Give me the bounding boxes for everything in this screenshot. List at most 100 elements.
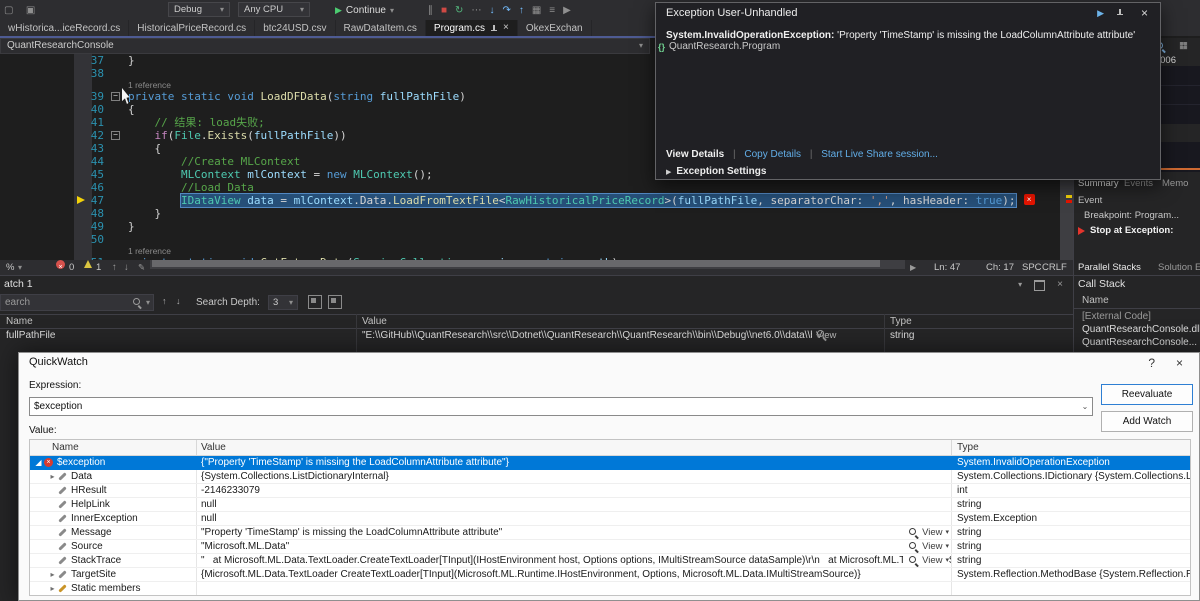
search-input[interactable] xyxy=(1,297,132,308)
tab-historicalpricerecord-cs[interactable]: HistoricalPriceRecord.cs xyxy=(129,20,256,36)
solution-config-dropdown[interactable]: Debug ▾ xyxy=(168,2,230,17)
chevron-down-icon[interactable]: ▾ xyxy=(146,298,150,307)
call-stack-frame[interactable]: [External Code] xyxy=(1082,311,1151,322)
zoom-control[interactable]: % xyxy=(6,260,14,275)
step-out-icon[interactable]: ↑ xyxy=(519,1,524,21)
windows-icon[interactable]: ▦ xyxy=(532,1,541,21)
codelens-reference[interactable]: 1 reference xyxy=(0,246,1060,256)
view-details-link[interactable]: View Details xyxy=(666,149,724,160)
window-position-icon[interactable]: ▾ xyxy=(1018,278,1022,291)
view-control[interactable]: View ▾ xyxy=(903,540,949,553)
search-depth-dropdown[interactable]: 3 ▾ xyxy=(268,295,298,310)
menu-icon[interactable]: ≡ xyxy=(549,1,555,21)
column-name[interactable]: Name xyxy=(1082,295,1109,306)
breadcrumb-symbol[interactable]: {} QuantResearch.Program xyxy=(658,39,780,54)
column-type[interactable]: Type xyxy=(890,315,912,329)
platform-dropdown[interactable]: Any CPU ▾ xyxy=(238,2,310,17)
expand-toggle-icon[interactable]: ▸ xyxy=(47,568,58,581)
tab-okexexchan[interactable]: OkexExchan xyxy=(517,20,592,36)
step-into-icon[interactable]: ↓ xyxy=(489,1,494,21)
expression-combobox[interactable]: ⌄ xyxy=(29,397,1093,416)
breakpoint-event-row[interactable]: Breakpoint: Program... xyxy=(1084,210,1179,221)
help-icon[interactable]: ? xyxy=(1148,355,1155,371)
quickwatch-row[interactable]: ▸ Data {System.Collections.ListDictionaryI… xyxy=(30,470,1190,484)
call-stack-frame[interactable]: QuantResearchConsole... xyxy=(1082,337,1197,348)
tab-program-cs[interactable]: Program.cs × xyxy=(425,20,518,36)
watch-search-box[interactable]: ▾ xyxy=(0,294,154,311)
quickwatch-row[interactable]: InnerException null System.Exception xyxy=(30,512,1190,526)
reset-view-icon[interactable]: ▦ xyxy=(1179,40,1188,51)
view-control[interactable]: View ▾ xyxy=(903,554,949,567)
watch-panel-title[interactable]: atch 1 xyxy=(4,278,33,290)
close-icon[interactable]: × xyxy=(1176,355,1183,371)
tab-whistorica-icerecord-cs[interactable]: wHistorica...iceRecord.cs xyxy=(0,20,130,36)
pin-icon[interactable] xyxy=(490,24,498,33)
expression-input[interactable] xyxy=(30,401,1078,412)
quickwatch-row[interactable]: ◢ × $exception {"Property 'TimeStamp' is mi… xyxy=(30,456,1190,470)
toggle-layout-icon[interactable] xyxy=(308,295,322,309)
column-name[interactable]: Name xyxy=(30,440,197,455)
window-icon[interactable] xyxy=(1034,280,1046,291)
scrollbar-thumb[interactable] xyxy=(152,260,880,267)
fold-collapse-icon[interactable]: − xyxy=(111,131,120,140)
prev-issue-icon[interactable]: ↑ xyxy=(112,260,117,275)
search-prev-icon[interactable]: ↑ xyxy=(162,296,167,306)
warning-count[interactable]: 1 xyxy=(96,260,101,275)
feedback-icon[interactable]: ▣ xyxy=(26,1,35,21)
breadcrumb-project-dropdown[interactable]: QuantResearchConsole ▾ xyxy=(0,38,650,54)
new-window-icon[interactable] xyxy=(328,295,342,309)
close-icon[interactable]: × xyxy=(1057,278,1063,291)
quickwatch-row[interactable]: StackTrace " at Microsoft.ML.Data.TextLoa… xyxy=(30,554,1190,568)
next-issue-icon[interactable]: ↓ xyxy=(124,260,129,275)
scroll-right-icon[interactable]: ▶ xyxy=(910,260,916,275)
column-name[interactable]: Name xyxy=(6,315,33,329)
pin-icon[interactable] xyxy=(1116,8,1124,17)
watch-row[interactable]: fullPathFile "E:\\GitHub\\QuantResearch\… xyxy=(0,329,1073,344)
copy-details-link[interactable]: Copy Details xyxy=(744,149,801,160)
run-icon[interactable]: ▶ xyxy=(563,1,571,21)
close-icon[interactable]: × xyxy=(503,23,509,33)
fold-collapse-icon[interactable]: − xyxy=(111,92,120,101)
call-stack-frame[interactable]: QuantResearchConsole.dll... xyxy=(1082,324,1200,335)
call-stack-title[interactable]: Call Stack xyxy=(1078,278,1125,290)
step-over-icon[interactable]: ↷ xyxy=(502,1,510,21)
view-control[interactable]: View ▾ xyxy=(903,526,949,539)
exception-settings-toggle[interactable]: ▶ Exception Settings xyxy=(666,166,766,177)
expand-toggle-icon[interactable]: ▸ xyxy=(47,582,58,595)
error-count[interactable]: 0 xyxy=(69,260,74,275)
error-icon[interactable]: × xyxy=(1023,194,1035,205)
edit-icon[interactable]: ✎ xyxy=(138,260,145,275)
continue-button[interactable]: ▶ Continue ▾ xyxy=(330,2,399,18)
chevron-down-icon[interactable]: ▾ xyxy=(945,554,949,567)
status-spc[interactable]: SPC xyxy=(1022,260,1042,275)
quickwatch-row[interactable]: ▸ TargetSite {Microsoft.ML.Data.TextLoader… xyxy=(30,568,1190,582)
quickwatch-row[interactable]: Message "Property 'TimeStamp' is missing … xyxy=(30,526,1190,540)
tab-rawdataitem-cs[interactable]: RawDataItem.cs xyxy=(335,20,426,36)
view-control[interactable]: View ▾ xyxy=(812,329,836,344)
restart-icon[interactable]: ↻ xyxy=(455,1,463,21)
play-icon[interactable]: ▶ xyxy=(1097,8,1104,19)
tab-memory[interactable]: Memo xyxy=(1162,178,1188,189)
column-value[interactable]: Value xyxy=(197,440,952,455)
reevaluate-button[interactable]: Reevaluate xyxy=(1101,384,1193,405)
tab-parallel-stacks[interactable]: Parallel Stacks xyxy=(1078,262,1141,273)
chevron-down-icon[interactable]: ▾ xyxy=(18,260,22,275)
error-count-icon[interactable]: × xyxy=(56,260,65,271)
quickwatch-row[interactable]: HResult -2146233079 int xyxy=(30,484,1190,498)
stop-event-row[interactable]: Stop at Exception: xyxy=(1090,225,1173,236)
chevron-down-icon[interactable]: ⌄ xyxy=(1078,402,1092,411)
quickwatch-row[interactable]: ▸ Static members xyxy=(30,582,1190,595)
status-column[interactable]: Ch: 17 xyxy=(986,260,1014,275)
column-type[interactable]: Type xyxy=(952,440,1190,455)
pause-icon[interactable]: ∥ xyxy=(428,1,433,21)
horizontal-scrollbar[interactable] xyxy=(150,260,905,269)
quickwatch-row[interactable]: Source "Microsoft.ML.Data" View ▾ string xyxy=(30,540,1190,554)
live-share-link[interactable]: Start Live Share session... xyxy=(821,149,938,160)
status-eol[interactable]: CRLF xyxy=(1042,260,1067,275)
close-icon[interactable]: × xyxy=(1141,5,1148,21)
show-next-statement-icon[interactable]: ⋯ xyxy=(471,1,481,21)
search-next-icon[interactable]: ↓ xyxy=(176,296,181,306)
quickwatch-row[interactable]: HelpLink null string xyxy=(30,498,1190,512)
tab-solution-explorer[interactable]: Solution Ex xyxy=(1158,262,1200,273)
status-line[interactable]: Ln: 47 xyxy=(934,260,960,275)
